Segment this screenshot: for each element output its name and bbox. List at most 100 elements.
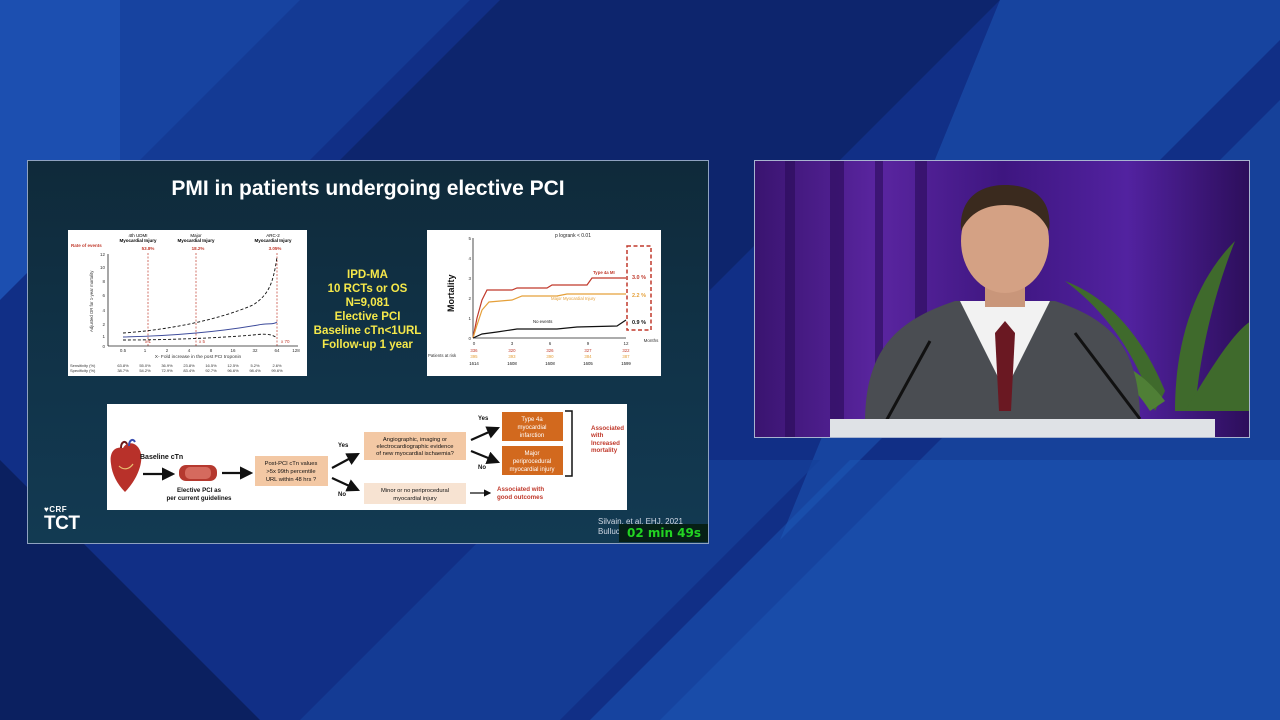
risk-r2-c4: 1599 [621, 361, 631, 366]
odds-xtick-6: 32 [252, 348, 258, 353]
risk-r2-c2: 1608 [545, 361, 555, 366]
col1-rate: 53.8% [142, 246, 155, 251]
odds-xtick-2: 2 [166, 348, 169, 353]
km-xlabel: Months [644, 338, 660, 343]
odds-y-ticks: 0 1 2 4 6 8 10 12 [100, 252, 106, 349]
risk-r1-c0: 395 [470, 354, 478, 359]
odds-xtick-5: 16 [230, 348, 236, 353]
risk-r1-c2: 390 [546, 354, 554, 359]
km-ytick-2: 2 [468, 296, 471, 301]
rate-label: Rate of events [71, 243, 102, 248]
odds-ytick-2: 2 [102, 322, 105, 327]
odds-ytick-7: 12 [100, 252, 106, 257]
minor-line2: myocardial injury [393, 496, 437, 502]
crf-tct-logo: ♥CRF TCT [44, 505, 80, 534]
km-end-no-events: 0.9 % [632, 320, 646, 326]
speaker-timer: 02 min 49s [619, 524, 708, 542]
odds-ratio-figure: Rate of events 4th UDMI Myocardial Injur… [68, 230, 307, 376]
angio-line3: of new myocardial ischaemia? [376, 451, 454, 457]
flow-yes-1: Yes [338, 443, 349, 449]
assoc-incr-1: Associated [591, 425, 624, 432]
risk-r0-c1: 320 [508, 348, 516, 353]
odds-ratio-chart: Rate of events 4th UDMI Myocardial Injur… [70, 233, 300, 373]
postpci-line3: URL within 48 hrs ? [266, 477, 317, 483]
odds-x-ticks: 0.5 1 2 4 8 16 32 64 128 [120, 348, 300, 353]
slide-title: PMI in patients undergoing elective PCI [171, 177, 565, 200]
odds-xlabel: X- Fold increase in the post PCI troponi… [155, 354, 242, 360]
col3-marker: x 70 [281, 339, 290, 344]
km-end-major: 2.2 % [632, 293, 646, 299]
spec-6: 98.4% [249, 368, 261, 373]
risk-r0-c2: 326 [546, 348, 554, 353]
km-ytick-0: 0 [468, 336, 471, 341]
odds-xtick-4: 8 [210, 348, 213, 353]
presentation-slide: PMI in patients undergoing elective PCI … [27, 160, 709, 544]
major-line2: periprocedural [513, 459, 551, 465]
spec-5: 96.6% [227, 368, 239, 373]
mortality-chart: p logrank < 0.01 0 1 2 3 4 5 0 3 6 9 12 … [428, 233, 660, 366]
podium [830, 419, 1215, 437]
type4a-line1: Type 4a [521, 417, 543, 423]
mortality-km-figure: p logrank < 0.01 0 1 2 3 4 5 0 3 6 9 12 … [427, 230, 661, 376]
outcome-bracket [565, 410, 573, 477]
risk-r0-c4: 322 [622, 348, 630, 353]
ipd-line-6: Follow-up 1 year [322, 339, 413, 351]
pmi-flow-diagram: Baseline cTn Elective PCI as per current… [107, 404, 627, 510]
km-label-no-events: No events [533, 319, 552, 324]
major-line1: Major [524, 451, 539, 457]
odds-curve-upper [122, 256, 278, 334]
km-ytick-5: 5 [468, 236, 471, 241]
minor-line1: Minor or no periprocedural [381, 488, 449, 494]
specificity-row: 38.7% 54.2% 72.9% 83.4% 92.7% 96.6% 98.4… [117, 368, 283, 373]
km-x-ticks: 0 3 6 9 12 [473, 341, 629, 346]
km-xtick-0: 0 [473, 341, 476, 346]
flow-yes-2: Yes [478, 416, 489, 422]
odds-xtick-8: 128 [292, 348, 300, 353]
risk-r2-c3: 1605 [583, 361, 593, 366]
spec-7: 99.6% [271, 368, 283, 373]
at-risk-table: 336 320 326 327 322 395 393 390 384 387 … [469, 348, 631, 366]
assoc-incr-3: Increased [591, 440, 620, 447]
postpci-line2: >5x 99th percentile [266, 469, 315, 475]
risk-r0-c0: 336 [470, 348, 478, 353]
col3-title2: Myocardial Injury [254, 238, 292, 243]
odds-ytick-0: 0 [102, 344, 105, 349]
angio-line1: Angiographic, imaging or [383, 437, 447, 443]
spec-1: 54.2% [139, 368, 151, 373]
spec-3: 83.4% [183, 368, 195, 373]
col2-title2: Myocardial Injury [177, 238, 215, 243]
odds-xtick-7: 64 [274, 348, 280, 353]
km-title: p logrank < 0.01 [555, 233, 591, 239]
km-end-type4a: 3.0 % [632, 275, 646, 281]
flow-no-2: No [478, 465, 486, 471]
col1-title2: Myocardial Injury [119, 238, 157, 243]
col3-rate: 3.05% [269, 246, 282, 251]
speaker-video-frame [755, 161, 1249, 437]
assoc-good-2: good outcomes [497, 494, 544, 501]
speaker-camera-feed [754, 160, 1250, 438]
col2-marker: x 5 [199, 339, 206, 344]
assoc-incr-4: mortality [591, 447, 618, 454]
risk-r1-c4: 387 [622, 354, 630, 359]
flow-no-1: No [338, 492, 346, 498]
ipd-line-4: Elective PCI [334, 311, 401, 323]
spec-label: Specificity (%) [70, 368, 96, 373]
type4a-line2: myocardial [517, 425, 546, 431]
col2-rate: 18.2% [192, 246, 205, 251]
ipd-line-1: IPD-MA [347, 269, 388, 281]
km-y-ticks: 0 1 2 3 4 5 [468, 236, 471, 341]
odds-ytick-1: 1 [102, 334, 105, 339]
risk-r2-c1: 1608 [507, 361, 517, 366]
odds-ylabel: Adjusted OR for 1-year mortality [89, 270, 94, 332]
logo-tct: TCT [44, 513, 80, 534]
flow-elective-line1: Elective PCI as [177, 487, 222, 494]
odds-xtick-3: 4 [188, 348, 191, 353]
ipd-line-3: N=9,081 [345, 297, 390, 309]
angio-line2: electrocardiographic evidence [376, 444, 453, 450]
km-ytick-4: 4 [468, 256, 471, 261]
at-risk-label: Patients at risk [428, 353, 457, 358]
spec-0: 38.7% [117, 368, 129, 373]
assoc-incr-2: with [590, 432, 604, 439]
odds-ytick-4: 6 [102, 293, 105, 298]
flow-diagram-svg: Baseline cTn Elective PCI as per current… [110, 410, 624, 504]
